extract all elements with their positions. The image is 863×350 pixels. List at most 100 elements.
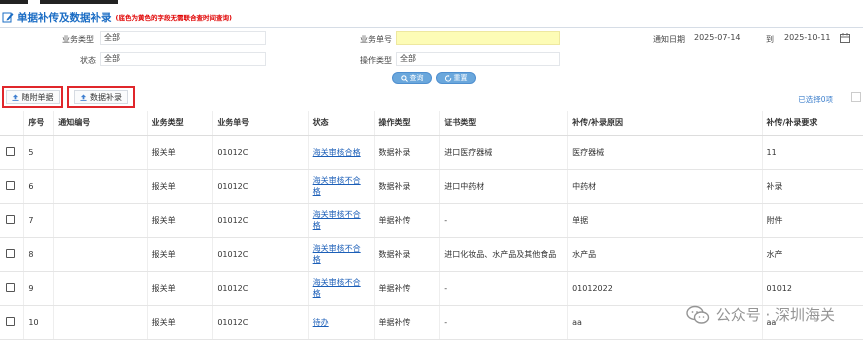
reset-button[interactable]: 重置 bbox=[436, 72, 476, 84]
cell-notify bbox=[53, 169, 148, 204]
table-header-row: 序号 通知编号 业务类型 业务单号 状态 操作类型 证书类型 补传/补录原因 补… bbox=[0, 111, 863, 136]
select-all-header[interactable] bbox=[0, 111, 25, 136]
cell-no: 9 bbox=[23, 271, 55, 306]
cell-cert-type: - bbox=[439, 203, 569, 238]
cell-requirement: 补录 bbox=[762, 169, 863, 204]
watermark-text: 公众号 · 深圳海关 bbox=[715, 306, 835, 324]
status-select[interactable]: 全部 bbox=[100, 52, 266, 66]
wechat-icon bbox=[685, 305, 709, 324]
cell-no: 8 bbox=[23, 237, 55, 272]
row-checkbox[interactable] bbox=[6, 214, 15, 224]
table-row[interactable]: 8 报关单 01012C 海关审核不合格 数据补录 进口化妆品、水产品及其他食品… bbox=[0, 237, 863, 272]
col-header-cert-type: 证书类型 bbox=[439, 111, 569, 136]
top-strip bbox=[0, 0, 863, 4]
page-header: 单据补传及数据补录 (底色为黄色的字段无需联合查时间查询) bbox=[2, 8, 232, 26]
notify-date-label: 通知日期 bbox=[653, 35, 685, 44]
cell-reason: 中药材 bbox=[567, 169, 763, 204]
biz-no-label: 业务单号 bbox=[360, 35, 392, 44]
search-icon bbox=[400, 74, 408, 82]
upload-icon bbox=[80, 93, 87, 101]
status-link[interactable]: 海关审核不合格 bbox=[313, 175, 367, 197]
col-header-reason: 补传/补录原因 bbox=[567, 111, 763, 136]
cell-requirement: 11 bbox=[762, 135, 863, 170]
date-to-label: 到 bbox=[766, 35, 774, 44]
status-link[interactable]: 海关审核合格 bbox=[313, 147, 367, 158]
calendar-icon[interactable] bbox=[840, 33, 850, 43]
cell-biz-type: 报关单 bbox=[147, 203, 214, 238]
cell-cert-type: - bbox=[439, 271, 569, 306]
cell-no: 10 bbox=[23, 305, 55, 340]
biz-type-label: 业务类型 bbox=[62, 35, 94, 44]
cell-reason: 01012022 bbox=[567, 271, 763, 306]
row-checkbox[interactable] bbox=[6, 282, 15, 292]
page-title: 单据补传及数据补录 bbox=[17, 11, 112, 24]
cell-notify bbox=[53, 305, 148, 340]
cell-op-type: 单据补传 bbox=[374, 305, 441, 340]
divider bbox=[0, 27, 863, 28]
date-to-input[interactable]: 2025-10-11 bbox=[780, 31, 838, 45]
table-row[interactable]: 7 报关单 01012C 海关审核不合格 单据补传 - 单据 附件 bbox=[0, 203, 863, 238]
table-row[interactable]: 5 报关单 01012C 海关审核合格 数据补录 进口医疗器械 医疗器械 11 bbox=[0, 135, 863, 170]
watermark: 公众号 · 深圳海关 bbox=[685, 304, 835, 325]
cell-biz-type: 报关单 bbox=[147, 271, 214, 306]
col-header-no: 序号 bbox=[23, 111, 55, 136]
attach-docs-button[interactable]: 随附单据 bbox=[2, 86, 63, 108]
table-row[interactable]: 6 报关单 01012C 海关审核不合格 数据补录 进口中药材 中药材 补录 bbox=[0, 169, 863, 204]
page-note: (底色为黄色的字段无需联合查时间查询) bbox=[115, 14, 232, 22]
row-checkbox[interactable] bbox=[6, 316, 15, 326]
cell-no: 5 bbox=[23, 135, 55, 170]
cell-no: 6 bbox=[23, 169, 55, 204]
biz-no-input[interactable] bbox=[396, 31, 560, 45]
cell-reason: 医疗器械 bbox=[567, 135, 763, 170]
cell-cert-type: - bbox=[439, 305, 569, 340]
status-link[interactable]: 海关审核不合格 bbox=[313, 209, 367, 231]
column-settings-icon[interactable] bbox=[851, 92, 861, 102]
cell-op-type: 数据补录 bbox=[374, 135, 441, 170]
cell-biz-type: 报关单 bbox=[147, 237, 214, 272]
cell-requirement: 01012 bbox=[762, 271, 863, 306]
date-from-input[interactable]: 2025-07-14 bbox=[690, 31, 750, 45]
status-link[interactable]: 海关审核不合格 bbox=[313, 277, 367, 299]
cell-cert-type: 进口中药材 bbox=[439, 169, 569, 204]
cell-biz-no: 01012C bbox=[212, 135, 309, 170]
cell-notify bbox=[53, 237, 148, 272]
cell-op-type: 数据补录 bbox=[374, 169, 441, 204]
op-type-select[interactable]: 全部 bbox=[396, 52, 560, 66]
attach-docs-label: 随附单据 bbox=[21, 92, 54, 102]
reset-label: 重置 bbox=[453, 74, 468, 82]
data-entry-button[interactable]: 数据补录 bbox=[67, 86, 135, 108]
cell-biz-no: 01012C bbox=[212, 271, 309, 306]
cell-op-type: 单据补传 bbox=[374, 271, 441, 306]
cell-biz-type: 报关单 bbox=[147, 305, 214, 340]
row-checkbox[interactable] bbox=[6, 180, 15, 190]
col-header-requirement: 补传/补录要求 bbox=[762, 111, 863, 136]
cell-reason: 单据 bbox=[567, 203, 763, 238]
reset-icon bbox=[444, 74, 451, 82]
cell-op-type: 单据补传 bbox=[374, 203, 441, 238]
selected-count: 已选择0项 bbox=[798, 95, 833, 104]
cell-biz-type: 报关单 bbox=[147, 169, 214, 204]
biz-type-select[interactable]: 全部 bbox=[100, 31, 266, 45]
status-label: 状态 bbox=[80, 56, 96, 65]
row-checkbox[interactable] bbox=[6, 146, 15, 156]
cell-biz-no: 01012C bbox=[212, 169, 309, 204]
cell-biz-type: 报关单 bbox=[147, 135, 214, 170]
col-header-status: 状态 bbox=[308, 111, 375, 136]
cell-requirement: 水产 bbox=[762, 237, 863, 272]
col-header-op-type: 操作类型 bbox=[374, 111, 441, 136]
cell-biz-no: 01012C bbox=[212, 237, 309, 272]
cell-reason: 水产品 bbox=[567, 237, 763, 272]
data-entry-label: 数据补录 bbox=[90, 92, 122, 102]
query-label: 查询 bbox=[409, 74, 424, 82]
cell-notify bbox=[53, 203, 148, 238]
row-checkbox[interactable] bbox=[6, 248, 15, 258]
cell-cert-type: 进口医疗器械 bbox=[439, 135, 569, 170]
cell-notify bbox=[53, 135, 148, 170]
status-link[interactable]: 待办 bbox=[313, 317, 367, 328]
cell-biz-no: 01012C bbox=[212, 203, 309, 238]
table-row[interactable]: 9 报关单 01012C 海关审核不合格 单据补传 - 01012022 010… bbox=[0, 271, 863, 306]
cell-op-type: 数据补录 bbox=[374, 237, 441, 272]
status-link[interactable]: 海关审核不合格 bbox=[313, 243, 367, 265]
query-button[interactable]: 查询 bbox=[392, 72, 432, 84]
cell-biz-no: 01012C bbox=[212, 305, 309, 340]
